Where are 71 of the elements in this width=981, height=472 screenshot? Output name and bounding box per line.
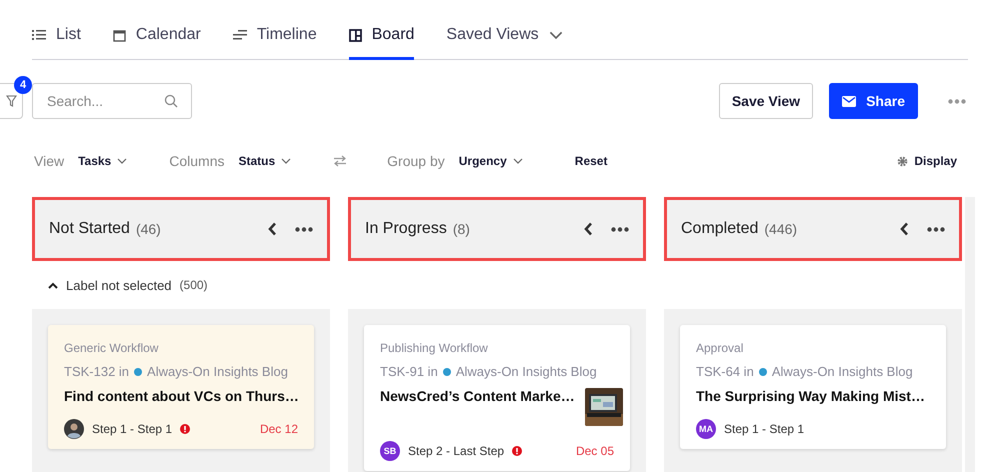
task-id: TSK-64 in — [696, 364, 754, 379]
task-card[interactable]: Publishing Workflow TSK-91 in Always-On Insights Blog NewsCred’s Content Marke… SB Step 2 - Last Step Dec 05 — [364, 325, 630, 471]
project-dot-icon — [758, 368, 767, 376]
project-dot-icon — [442, 368, 451, 376]
task-card[interactable]: Approval TSK-64 in Always-On Insights Blog The Surprising Way Making Mist… MA Step 1 - Step 1 — [680, 325, 946, 449]
avatar-icon — [64, 419, 84, 439]
board-icon — [348, 28, 362, 42]
workflow-name: Generic Workflow — [64, 341, 160, 355]
more-icon[interactable] — [927, 226, 945, 232]
workflow-name: Approval — [696, 341, 744, 355]
collapse-icon[interactable] — [900, 222, 909, 236]
chevron-up-icon[interactable] — [48, 282, 58, 288]
share-button[interactable]: Share — [829, 83, 918, 119]
option-label: Group by — [387, 153, 445, 169]
task-id: TSK-91 in — [380, 364, 438, 379]
search-field[interactable]: Search... — [32, 83, 192, 119]
group-count: (500) — [180, 278, 208, 292]
due-date: Dec 05 — [576, 444, 614, 458]
view-tab[interactable]: Board — [348, 26, 414, 60]
due-date: Dec 12 — [260, 422, 298, 436]
save-view-button[interactable]: Save View — [718, 83, 814, 119]
calendar-icon — [112, 28, 126, 42]
column-title: Completed — [681, 220, 758, 238]
project-name: Always-On Insights Blog — [147, 364, 288, 379]
display-button[interactable]: Display — [897, 154, 957, 168]
card-title: The Surprising Way Making Mist… — [696, 388, 925, 404]
column-count: (8) — [452, 221, 470, 237]
project-name: Always-On Insights Blog — [772, 364, 913, 379]
swap-icon[interactable] — [333, 155, 348, 167]
gear-icon — [897, 156, 908, 166]
view-tab[interactable]: List — [32, 26, 81, 60]
avatar-initials: SB — [380, 441, 400, 461]
column-count: (46) — [136, 221, 161, 237]
option-dropdown[interactable]: Status — [238, 154, 292, 168]
column-count: (446) — [764, 221, 798, 237]
envelope-icon — [842, 96, 856, 106]
more-icon[interactable] — [295, 226, 313, 232]
avatar-initials: MA — [696, 419, 716, 439]
column-title: In Progress — [365, 220, 447, 238]
collapse-icon[interactable] — [584, 222, 593, 236]
group-label: Label not selected — [66, 278, 172, 292]
project-name: Always-On Insights Blog — [456, 364, 597, 379]
option-dropdown[interactable]: Urgency — [458, 154, 523, 168]
filter-icon — [6, 95, 16, 107]
caret-icon — [548, 30, 563, 40]
step-label: Step 1 - Step 1 — [92, 422, 172, 436]
collapse-icon[interactable] — [268, 222, 277, 236]
card-title: NewsCred’s Content Marke… — [380, 388, 575, 404]
step-label: Step 2 - Last Step — [408, 444, 504, 458]
list-icon — [32, 29, 46, 41]
option-label: View — [34, 153, 64, 169]
view-tab[interactable]: Saved Views — [446, 26, 563, 60]
lines-icon — [232, 30, 247, 40]
step-label: Step 1 - Step 1 — [724, 422, 804, 436]
caret-icon — [117, 158, 128, 164]
view-tab[interactable]: Calendar — [112, 26, 201, 60]
task-card[interactable]: Generic Workflow TSK-132 in Always-On Insights Blog Find content about VCs on Thurs… Step 1 - Step 1 Dec 12 — [48, 325, 314, 449]
caret-icon — [281, 158, 292, 164]
task-id: TSK-132 in — [64, 364, 130, 379]
reset-button[interactable]: Reset — [574, 154, 608, 168]
workflow-name: Publishing Workflow — [380, 341, 489, 355]
view-tab[interactable]: Timeline — [232, 26, 317, 60]
caret-icon — [512, 158, 523, 164]
filter-count-badge: 4 — [14, 76, 32, 94]
project-dot-icon — [134, 368, 142, 376]
more-icon[interactable] — [611, 226, 629, 232]
option-label: Columns — [169, 153, 224, 169]
card-title: Find content about VCs on Thurs… — [64, 388, 299, 404]
column-title: Not Started — [49, 220, 130, 238]
option-dropdown[interactable]: Tasks — [78, 154, 128, 168]
search-icon — [164, 94, 178, 108]
